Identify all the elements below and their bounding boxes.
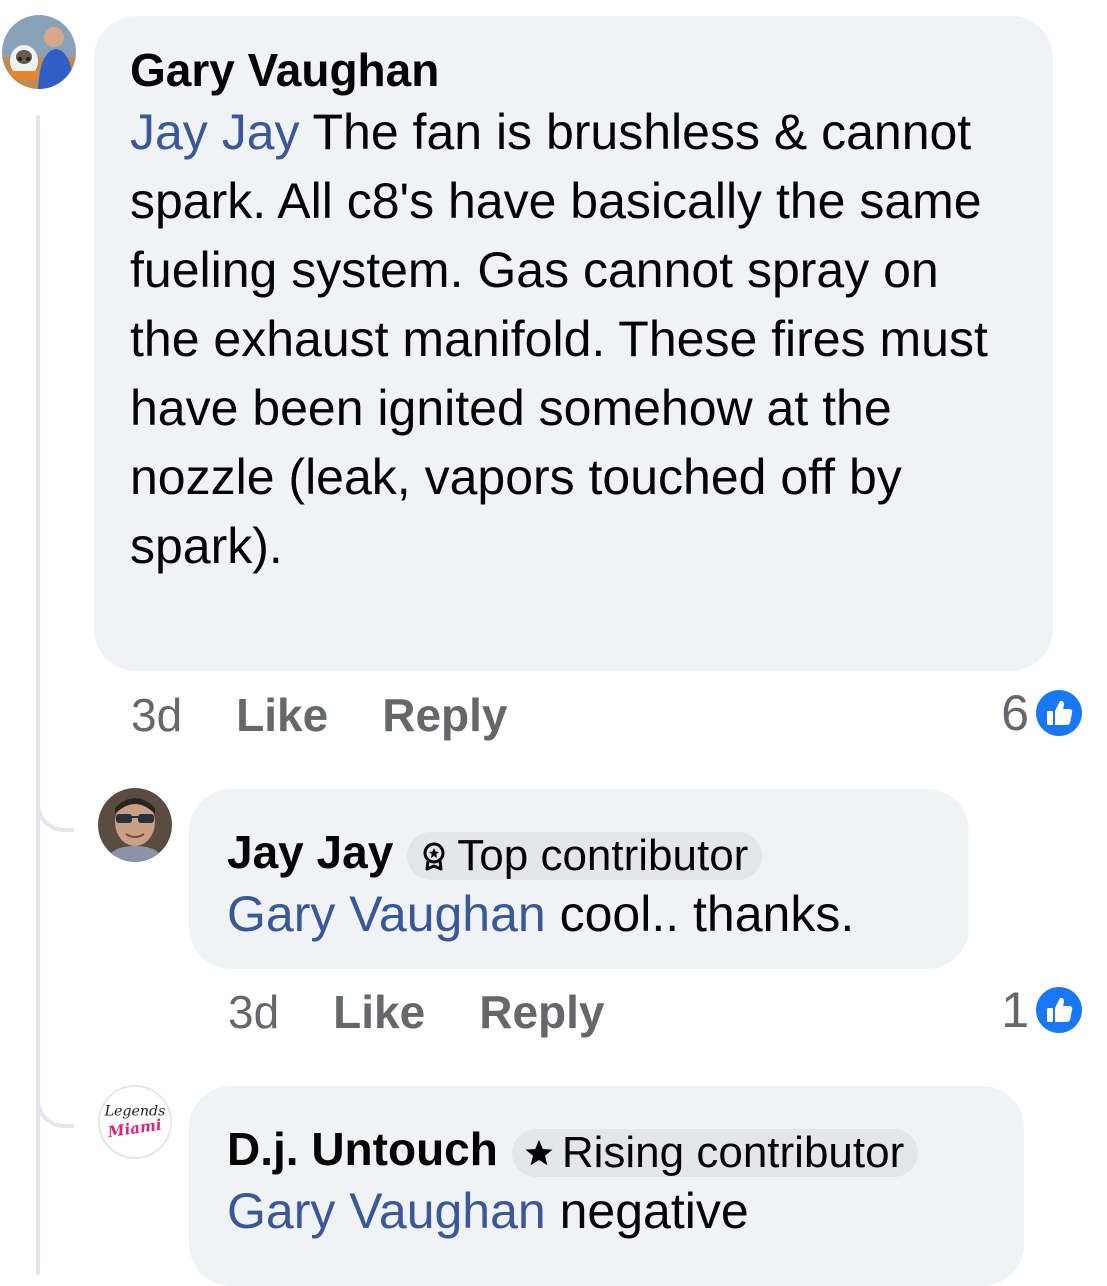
comment-body: Gary Vaughan negative bbox=[227, 1182, 988, 1240]
thumbs-up-icon bbox=[1036, 690, 1082, 736]
comment-author[interactable]: Gary Vaughan bbox=[130, 42, 1017, 98]
star-icon bbox=[525, 1139, 553, 1166]
legends-miami-logo-avatar: Legends Miami bbox=[100, 1087, 170, 1157]
comment-author[interactable]: Jay Jay bbox=[227, 826, 393, 878]
like-button[interactable]: Like bbox=[236, 688, 328, 742]
contributor-badge[interactable]: Rising contributor bbox=[511, 1128, 919, 1177]
mention-link[interactable]: Gary Vaughan bbox=[227, 886, 546, 942]
comment-actions: 3d Like Reply bbox=[228, 982, 658, 1042]
reaction-count: 1 bbox=[1001, 982, 1029, 1038]
mention-link[interactable]: Gary Vaughan bbox=[227, 1183, 546, 1239]
man-with-sunglasses-avatar bbox=[98, 788, 172, 862]
top-contributor-icon bbox=[423, 842, 445, 871]
comment-bubble: Jay Jay Top contributor Gary Vaughan cool… bbox=[189, 789, 969, 969]
reply-branch-line bbox=[36, 790, 74, 832]
reaction-summary[interactable]: 1 bbox=[1001, 980, 1083, 1040]
comment-timestamp[interactable]: 3d bbox=[131, 688, 182, 742]
comment-author-line: Jay Jay Top contributor bbox=[227, 819, 933, 885]
reply-button[interactable]: Reply bbox=[382, 688, 507, 742]
reaction-count: 6 bbox=[1001, 685, 1029, 741]
reply-button[interactable]: Reply bbox=[479, 985, 604, 1039]
comment-text: negative bbox=[545, 1183, 749, 1239]
comment-timestamp[interactable]: 3d bbox=[228, 985, 279, 1039]
comment-body: Gary Vaughan cool.. thanks. bbox=[227, 885, 933, 943]
badge-label: Top contributor bbox=[457, 830, 749, 880]
comment-text: cool.. thanks. bbox=[545, 886, 855, 942]
comment-body: Jay Jay The fan is brushless & cannot sp… bbox=[130, 98, 1017, 581]
person-with-dog-avatar bbox=[2, 15, 76, 89]
avatar-jay-jay[interactable] bbox=[98, 788, 172, 862]
contributor-badge[interactable]: Top contributor bbox=[407, 831, 763, 880]
reaction-summary[interactable]: 6 bbox=[1001, 683, 1083, 743]
like-button[interactable]: Like bbox=[333, 985, 425, 1039]
comment-author[interactable]: D.j. Untouch bbox=[227, 1123, 498, 1175]
badge-label: Rising contributor bbox=[561, 1127, 905, 1177]
comment-text: The fan is brushless & cannot spark. All… bbox=[130, 104, 988, 574]
thumbs-up-icon bbox=[1036, 987, 1082, 1033]
comment-bubble: Gary Vaughan Jay Jay The fan is brushles… bbox=[94, 16, 1053, 671]
avatar-dj-untouch[interactable]: Legends Miami bbox=[98, 1085, 172, 1159]
comment-bubble: D.j. Untouch Rising contributor Gary Vaug… bbox=[189, 1086, 1024, 1286]
mention-link[interactable]: Jay Jay bbox=[130, 104, 300, 160]
avatar-gary-vaughan[interactable] bbox=[2, 15, 76, 89]
comment-author-line: D.j. Untouch Rising contributor bbox=[227, 1116, 988, 1182]
reply-branch-line bbox=[36, 1086, 74, 1128]
comment-actions: 3d Like Reply bbox=[131, 685, 561, 745]
